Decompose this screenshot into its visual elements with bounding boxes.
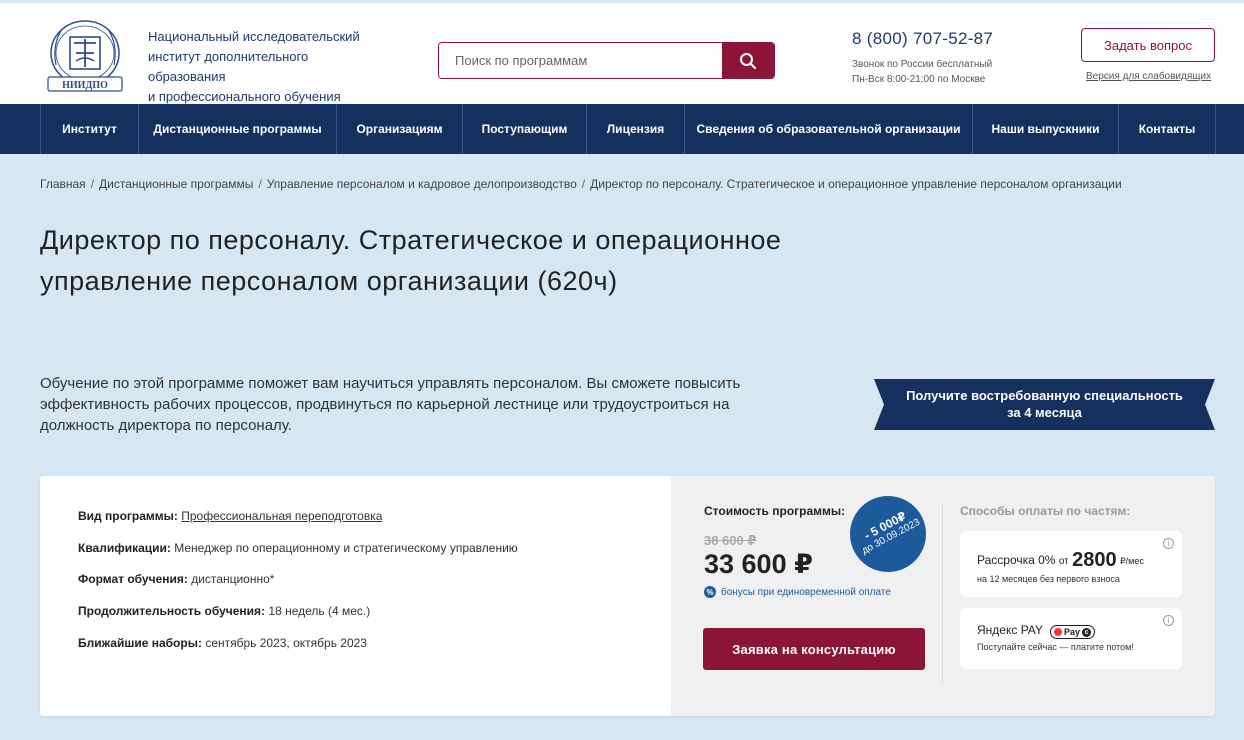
ribbon-line-2: за 4 месяца — [1007, 405, 1082, 420]
duration-row: Продолжительность обучения: 18 недель (4… — [78, 604, 371, 618]
installment-methods-title: Способы оплаты по частям: — [960, 504, 1131, 518]
breadcrumb-separator: / — [258, 177, 262, 191]
discount-badge: - 5 000₽ до 30.09.2023 — [850, 496, 926, 572]
price-label: Стоимость программы: — [704, 504, 846, 518]
panel-divider — [942, 504, 943, 684]
percent-icon: % — [704, 586, 716, 598]
contact-phone-block: 8 (800) 707-52-87 Звонок по России беспл… — [852, 29, 993, 87]
intake-row: Ближайшие наборы: сентябрь 2023, октябрь… — [78, 636, 367, 650]
info-icon[interactable]: i — [1163, 615, 1174, 626]
nav-item-institute[interactable]: Институт — [40, 104, 138, 154]
institute-name[interactable]: Национальный исследовательский институт … — [148, 27, 388, 107]
breadcrumb-item-hr-category[interactable]: Управление персоналом и кадровое делопро… — [267, 177, 577, 191]
breadcrumb-item-distance-programs[interactable]: Дистанционные программы — [99, 177, 253, 191]
nav-item-organizations[interactable]: Организациям — [336, 104, 462, 154]
promo-ribbon: Получите востребованную специальность за… — [874, 379, 1215, 430]
yandex-pay-card[interactable]: i Яндекс PAY Pay c Поступайте сейчас — пл… — [960, 608, 1182, 669]
nav-item-contacts[interactable]: Контакты — [1118, 104, 1216, 154]
installment-label: Рассрочка 0% — [977, 553, 1056, 567]
breadcrumb: Главная / Дистанционные программы / Управлен… — [40, 177, 1122, 191]
info-icon[interactable]: i — [1163, 538, 1174, 549]
page-title: Директор по персоналу. Стратегическое и … — [40, 225, 782, 296]
phone-note-hours: Пн-Вск 8:00-21:00 по Москве — [852, 74, 986, 85]
nav-item-license[interactable]: Лицензия — [586, 104, 684, 154]
installment-card[interactable]: i Рассрочка 0% от 2800 ₽/мес на 12 месяц… — [960, 531, 1182, 597]
search-input[interactable] — [439, 43, 722, 78]
pricing-panel: Стоимость программы: 38 600 ₽ 33 600 ₽ -… — [671, 476, 1215, 716]
program-type-link[interactable]: Профессиональная переподготовка — [181, 509, 382, 523]
yandex-pay-label: Яндекс PAY — [977, 623, 1043, 637]
site-header: НИИДПО Национальный исследовательский ин… — [0, 0, 1244, 104]
qualification-row: Квалификации: Менеджер по операционному … — [78, 541, 518, 555]
page-lead: Обучение по этой программе поможет вам н… — [40, 375, 741, 434]
nav-item-applicants[interactable]: Поступающим — [462, 104, 586, 154]
yandex-pay-note: Поступайте сейчас — платите потом! — [977, 642, 1134, 652]
ribbon-line-1: Получите востребованную специальность — [906, 388, 1183, 403]
breadcrumb-item-home[interactable]: Главная — [40, 177, 86, 191]
search-button[interactable] — [722, 43, 774, 78]
program-card: Вид программы: Профессиональная переподг… — [40, 476, 1215, 716]
phone-number[interactable]: 8 (800) 707-52-87 — [852, 29, 993, 49]
breadcrumb-separator: / — [581, 177, 586, 191]
old-price: 38 600 ₽ — [704, 533, 757, 548]
breadcrumb-item-current: Директор по персоналу. Стратегическое и … — [590, 177, 1122, 191]
installment-amount: 2800 — [1072, 549, 1117, 571]
accessibility-version-link[interactable]: Версия для слабовидящих — [1086, 71, 1211, 82]
institute-logo-icon[interactable]: НИИДПО — [40, 15, 130, 95]
current-price: 33 600 ₽ — [704, 549, 813, 579]
search-box — [438, 42, 775, 79]
main-nav: Институт Дистанционные программы Организ… — [0, 104, 1244, 154]
installment-note: на 12 месяцев без первого взноса — [977, 574, 1120, 584]
yandex-pay-badge-icon: Pay c — [1050, 625, 1096, 639]
nav-item-distance-programs[interactable]: Дистанционные программы — [138, 104, 336, 154]
phone-note-free: Звонок по России бесплатный — [852, 59, 993, 70]
program-type-row: Вид программы: Профессиональная переподг… — [78, 509, 383, 523]
bonus-note[interactable]: % бонусы при единовременной оплате — [704, 586, 891, 598]
svg-text:НИИДПО: НИИДПО — [62, 80, 108, 91]
search-icon — [740, 52, 757, 69]
format-row: Формат обучения: дистанционно* — [78, 572, 275, 586]
nav-item-org-info[interactable]: Сведения об образовательной организации — [684, 104, 972, 154]
program-info: Вид программы: Профессиональная переподг… — [40, 476, 671, 716]
consultation-request-button[interactable]: Заявка на консультацию — [703, 628, 925, 670]
breadcrumb-separator: / — [90, 177, 95, 191]
nav-item-graduates[interactable]: Наши выпускники — [972, 104, 1118, 154]
ask-question-button[interactable]: Задать вопрос — [1081, 28, 1215, 62]
